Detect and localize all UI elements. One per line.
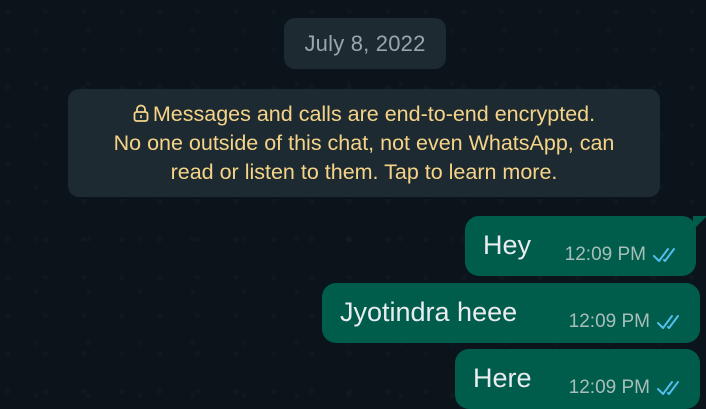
date-label: July 8, 2022 bbox=[304, 30, 426, 56]
message-time: 12:09 PM bbox=[568, 311, 650, 332]
outgoing-message[interactable]: Jyotindra heee 12:09 PM bbox=[322, 283, 700, 343]
lock-icon bbox=[133, 104, 149, 122]
date-chip: July 8, 2022 bbox=[284, 18, 446, 69]
message-meta: 12:09 PM bbox=[565, 244, 682, 266]
outgoing-message[interactable]: Here 12:09 PM bbox=[455, 349, 700, 409]
double-check-icon bbox=[657, 315, 679, 329]
double-check-icon bbox=[653, 248, 675, 262]
encryption-notice[interactable]: Messages and calls are end-to-end encryp… bbox=[68, 89, 660, 197]
message-text: Hey bbox=[483, 230, 532, 260]
encryption-text-1: Messages and calls are end-to-end encryp… bbox=[152, 102, 596, 126]
message-text: Jyotindra heee bbox=[340, 297, 518, 327]
outgoing-message[interactable]: Hey 12:09 PM bbox=[465, 216, 706, 276]
message-time: 12:09 PM bbox=[564, 244, 646, 265]
double-check-icon bbox=[657, 381, 679, 395]
message-meta: 12:09 PM bbox=[569, 377, 686, 399]
encryption-text-2: No one outside of this chat, not even Wh… bbox=[113, 131, 615, 155]
message-text: Here bbox=[473, 363, 532, 393]
message-meta: 12:09 PM bbox=[569, 311, 686, 333]
encryption-line-1: Messages and calls are end-to-end encryp… bbox=[78, 100, 650, 129]
message-time: 12:09 PM bbox=[568, 377, 650, 398]
encryption-text-3: read or listen to them. Tap to learn mor… bbox=[170, 160, 558, 184]
